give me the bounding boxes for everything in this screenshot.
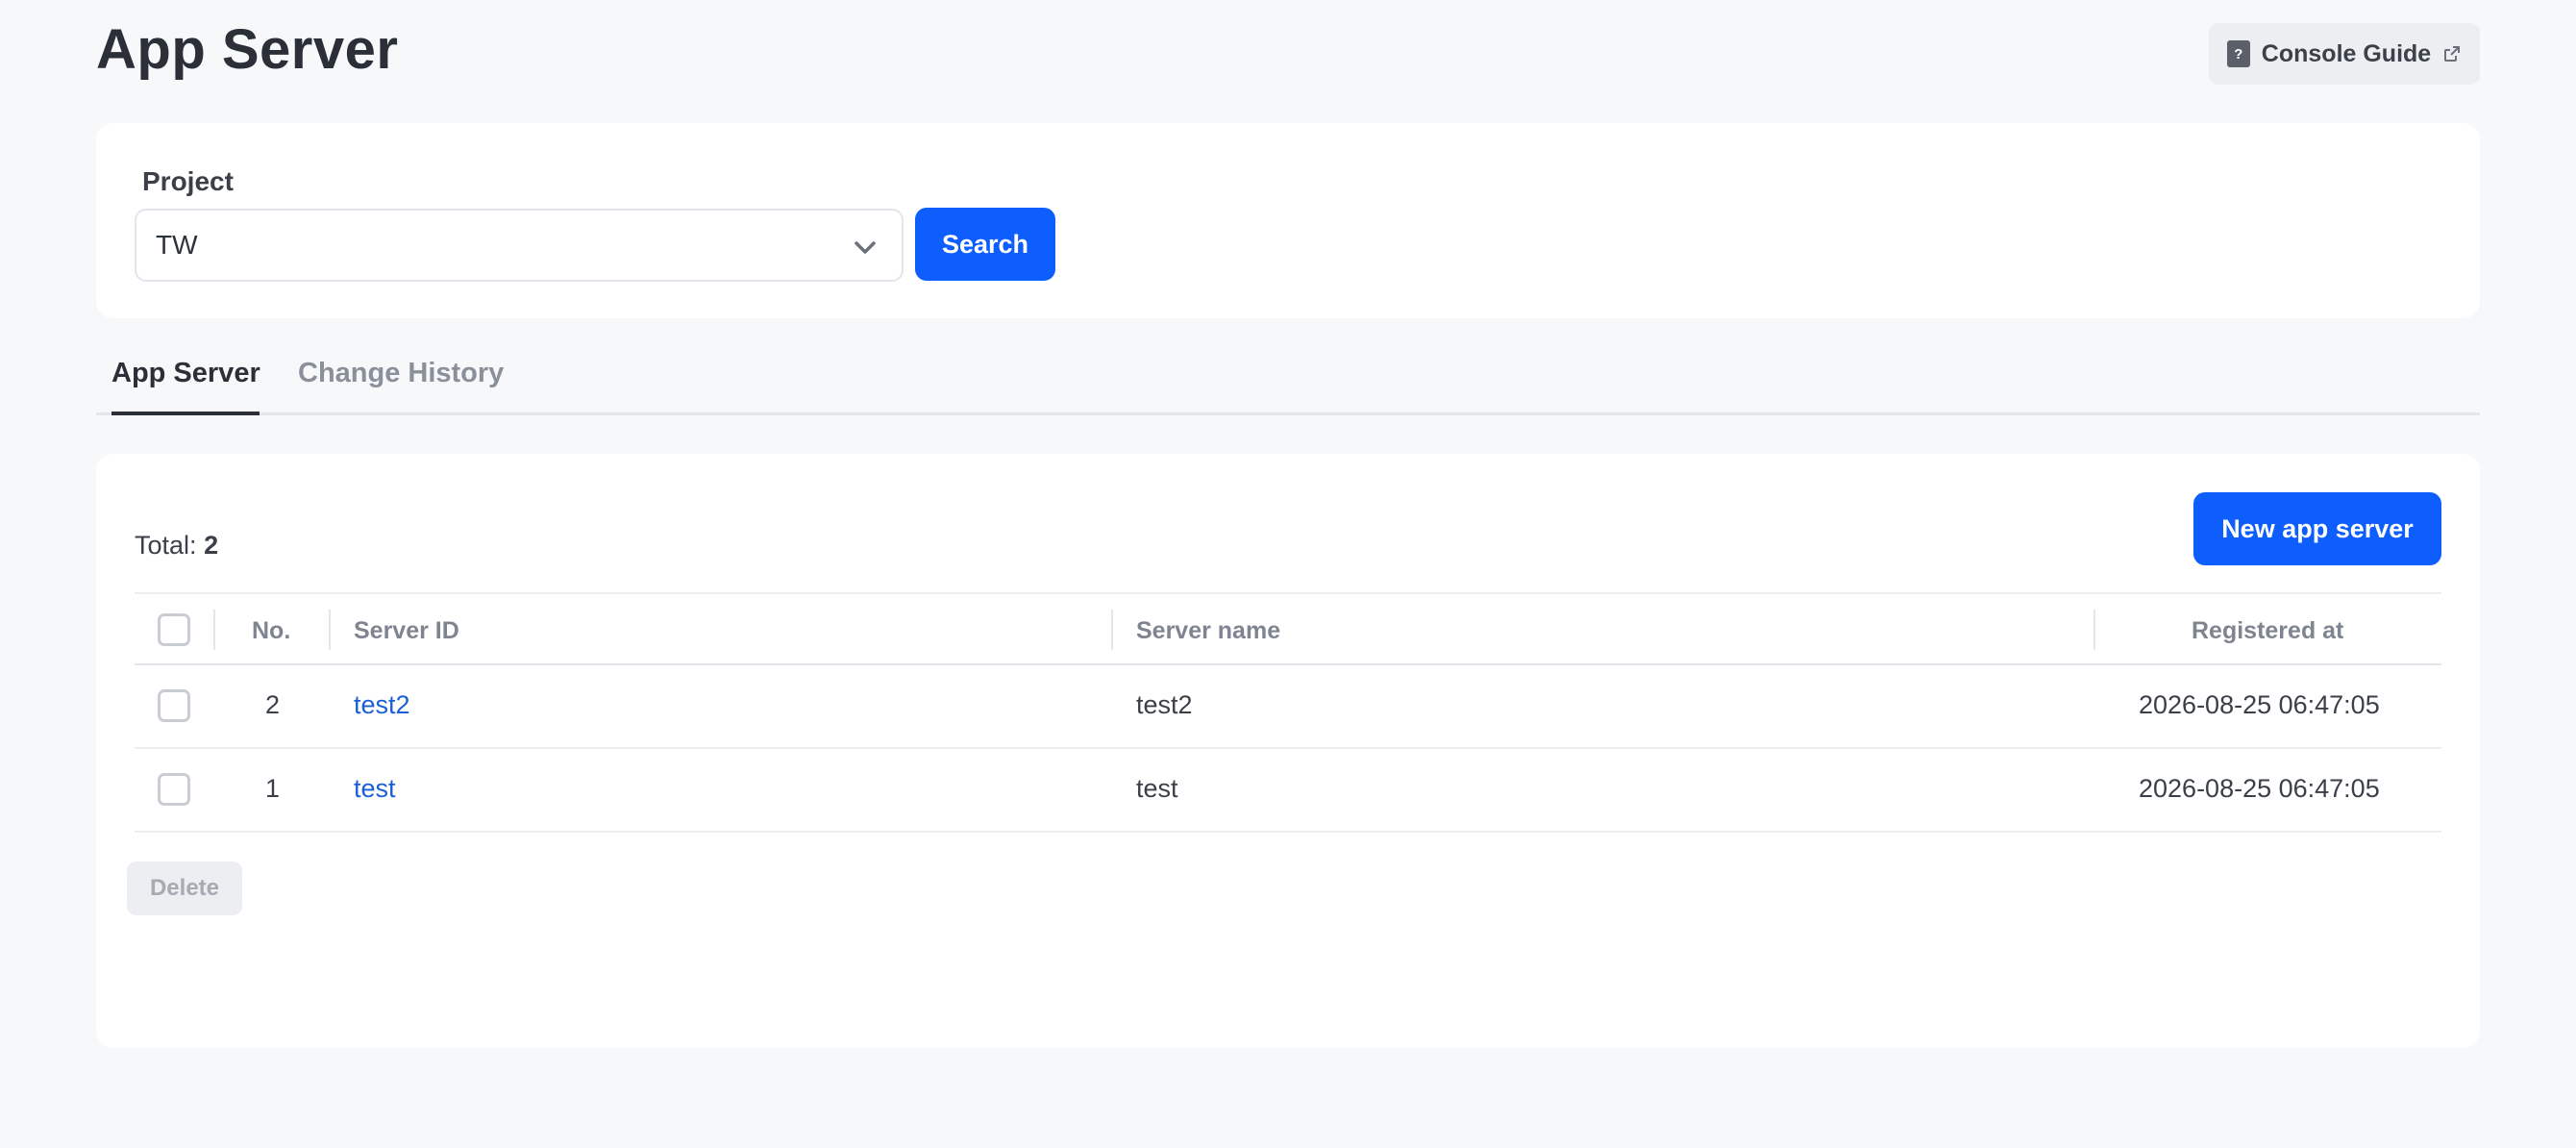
project-label: Project	[142, 166, 234, 196]
new-app-server-button[interactable]: New app server	[2193, 492, 2441, 565]
app-server-list-panel: Total: 2 New app server No. Server ID Se…	[96, 454, 2480, 1048]
select-all-checkbox[interactable]	[158, 613, 190, 646]
document-help-icon: ?	[2226, 40, 2250, 67]
column-header-server-id[interactable]: Server ID	[354, 617, 459, 645]
total-label: Total:	[135, 531, 197, 560]
console-guide-label: Console Guide	[2261, 39, 2432, 67]
row-checkbox[interactable]	[158, 689, 190, 722]
column-header-registered-at[interactable]: Registered at	[2192, 617, 2343, 645]
column-divider	[213, 610, 215, 650]
total-value: 2	[204, 531, 219, 560]
chevron-down-icon	[855, 241, 876, 254]
column-divider	[2093, 610, 2095, 650]
row-no: 1	[265, 774, 281, 803]
tab-bar: App Server Change History	[96, 346, 2480, 415]
row-registered-at: 2026-08-25 06:47:05	[2139, 774, 2380, 803]
table-row: 1 test test 2026-08-25 06:47:05	[135, 749, 2441, 833]
project-select-value: TW	[156, 230, 198, 260]
column-header-no[interactable]: No.	[252, 617, 290, 645]
app-server-table: No. Server ID Server name Registered at …	[135, 592, 2441, 833]
table-row: 2 test2 test2 2026-08-25 06:47:05	[135, 665, 2441, 749]
column-header-server-name[interactable]: Server name	[1136, 617, 1280, 645]
column-divider	[1111, 610, 1113, 650]
tab-app-server[interactable]: App Server	[111, 358, 260, 389]
row-server-name: test	[1136, 774, 1178, 803]
active-tab-indicator	[111, 412, 260, 415]
external-link-icon	[2444, 46, 2461, 62]
delete-button[interactable]: Delete	[127, 861, 242, 915]
tab-change-history[interactable]: Change History	[298, 358, 504, 389]
column-divider	[329, 610, 331, 650]
project-select[interactable]: TW	[135, 209, 904, 282]
table-header: No. Server ID Server name Registered at	[135, 592, 2441, 665]
row-server-id-link[interactable]: test	[354, 774, 396, 804]
row-server-id-link[interactable]: test2	[354, 690, 410, 720]
page-title: App Server	[96, 18, 399, 81]
console-guide-button[interactable]: ? Console Guide	[2209, 23, 2480, 85]
row-no: 2	[265, 690, 281, 719]
row-registered-at: 2026-08-25 06:47:05	[2139, 690, 2380, 719]
search-panel: Project TW Search	[96, 123, 2480, 318]
row-checkbox[interactable]	[158, 773, 190, 806]
total-count: Total: 2	[135, 531, 218, 561]
search-button[interactable]: Search	[915, 208, 1055, 281]
row-server-name: test2	[1136, 690, 1193, 719]
